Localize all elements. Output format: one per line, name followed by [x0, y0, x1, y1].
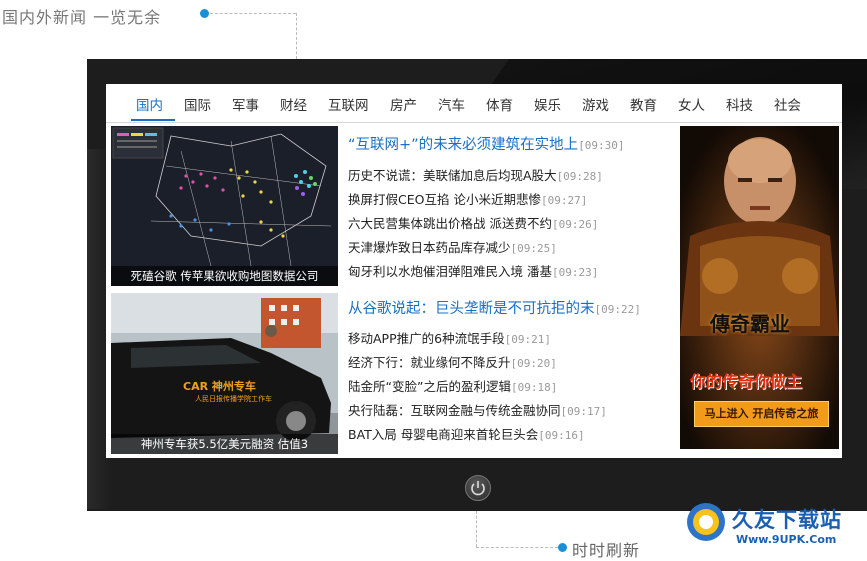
news-link[interactable]: 历史不说谎：美联储加息后均现A股大 — [348, 168, 557, 183]
feature-caption-top: 国内外新闻 一览无余 — [2, 8, 162, 27]
active-tab-indicator — [131, 119, 175, 121]
connector-line — [476, 511, 477, 547]
news-time: [09:18] — [510, 381, 558, 394]
tab-education[interactable]: 教育 — [630, 94, 657, 114]
news-link[interactable]: 央行陆磊：互联网金融与传统金融协同 — [348, 403, 561, 418]
headline-text[interactable]: “互联网+”的未来必须建筑在实地上 — [348, 137, 578, 153]
category-nav: 国内 国际 军事 财经 互联网 房产 汽车 体育 娱乐 游戏 教育 女人 科技 … — [106, 84, 842, 123]
news-item[interactable]: 移动APP推广的6种流氓手段[09:21] — [348, 328, 551, 347]
connector-line — [296, 13, 297, 59]
feature-caption-bottom: 时时刷新 — [572, 541, 641, 560]
news-time: [09:27] — [540, 194, 588, 207]
ad-cta-button[interactable]: 马上进入 开启传奇之旅 — [694, 401, 829, 427]
news-item[interactable]: 天津爆炸致日本药品库存减少[09:25] — [348, 237, 557, 256]
news-link[interactable]: 移动APP推广的6种流氓手段 — [348, 331, 505, 346]
news-time: [09:22] — [594, 303, 641, 316]
tab-internet[interactable]: 互联网 — [328, 94, 369, 114]
car-sign: CAR 神州专车 — [183, 378, 256, 394]
news-link[interactable]: 换屏打假CEO互掐 论小米近期悲惨 — [348, 192, 541, 207]
news-time: [09:28] — [556, 170, 603, 183]
tab-entertainment[interactable]: 娱乐 — [534, 94, 561, 114]
car-image — [111, 293, 338, 454]
news-link[interactable]: 陆金所“变脸”之后的盈利逻辑 — [348, 379, 511, 394]
tab-military[interactable]: 军事 — [232, 94, 259, 114]
tab-international[interactable]: 国际 — [184, 94, 211, 114]
news-item[interactable]: BAT入局 母婴电商迎来首轮巨头会[09:16] — [348, 424, 585, 443]
tab-domestic[interactable]: 国内 — [136, 94, 163, 114]
news-link[interactable]: 天津爆炸致日本药品库存减少 — [348, 240, 511, 255]
tab-games[interactable]: 游戏 — [582, 94, 609, 114]
news-time: [09:26] — [551, 218, 599, 231]
tab-women[interactable]: 女人 — [678, 94, 705, 114]
news-item[interactable]: 陆金所“变脸”之后的盈利逻辑[09:18] — [348, 376, 557, 395]
headline-link[interactable]: “互联网+”的未来必须建筑在实地上[09:30] — [348, 133, 625, 154]
news-time: [09:30] — [578, 139, 625, 152]
caption-marker-dot — [558, 543, 567, 552]
tab-tech[interactable]: 科技 — [726, 94, 753, 114]
car-sign-text: 神州专车 — [211, 380, 256, 393]
news-thumbnail-map[interactable]: 死磕谷歌 传苹果欲收购地图数据公司 — [111, 126, 338, 286]
news-item[interactable]: 匈牙利以水炮催泪弹阻难民入境 潘基[09:23] — [348, 261, 598, 280]
ad-slogan: 你的传奇你做主 — [690, 372, 803, 391]
headline-text[interactable]: 从谷歌说起：巨头垄断是不可抗拒的末 — [348, 301, 595, 317]
news-time: [09:16] — [538, 429, 585, 442]
news-time: [09:23] — [551, 266, 599, 279]
news-item[interactable]: 央行陆磊：互联网金融与传统金融协同[09:17] — [348, 400, 607, 419]
news-time: [09:17] — [560, 405, 607, 418]
news-item[interactable]: 经济下行：就业缘何不降反升[09:20] — [348, 352, 557, 371]
news-screen: 国内 国际 军事 财经 互联网 房产 汽车 体育 娱乐 游戏 教育 女人 科技 … — [106, 84, 842, 458]
ad-game-title: 傳奇霸业 — [710, 312, 790, 336]
car-subtext: 人民日报传播学院工作车 — [195, 395, 272, 403]
car-brand: CAR — [183, 380, 209, 393]
tab-realestate[interactable]: 房产 — [390, 94, 417, 114]
news-link[interactable]: 匈牙利以水炮催泪弹阻难民入境 潘基 — [348, 264, 552, 279]
news-item[interactable]: 换屏打假CEO互掐 论小米近期悲惨[09:27] — [348, 189, 587, 208]
news-item[interactable]: 历史不说谎：美联储加息后均现A股大[09:28] — [348, 165, 603, 184]
site-logo-url: Www.9UPK.Com — [736, 533, 837, 546]
connector-line — [210, 13, 296, 14]
thumbnail-caption[interactable]: 神州专车获5.5亿美元融资 估值3 — [111, 434, 338, 454]
power-button[interactable] — [465, 475, 491, 501]
tab-finance[interactable]: 财经 — [280, 94, 307, 114]
news-thumbnail-car[interactable]: CAR 神州专车 人民日报传播学院工作车 神州专车获5.5亿美元融资 估值3 — [111, 293, 338, 454]
news-link[interactable]: 六大民营集体跳出价格战 派送费不约 — [348, 216, 552, 231]
news-time: [09:20] — [510, 357, 557, 370]
tab-society[interactable]: 社会 — [774, 94, 801, 114]
map-image — [111, 126, 338, 286]
connector-line — [476, 547, 558, 548]
news-link[interactable]: 经济下行：就业缘何不降反升 — [348, 355, 511, 370]
news-item[interactable]: 六大民营集体跳出价格战 派送费不约[09:26] — [348, 213, 598, 232]
site-logo-text: 久友下载站 — [732, 508, 842, 532]
game-ad-banner[interactable]: 傳奇霸业 你的传奇你做主 马上进入 开启传奇之旅 — [680, 126, 839, 449]
tab-sports[interactable]: 体育 — [486, 94, 513, 114]
thumbnail-caption[interactable]: 死磕谷歌 传苹果欲收购地图数据公司 — [111, 266, 338, 286]
headline-link[interactable]: 从谷歌说起：巨头垄断是不可抗拒的末[09:22] — [348, 297, 641, 318]
news-link[interactable]: BAT入局 母婴电商迎来首轮巨头会 — [348, 427, 538, 442]
news-time: [09:25] — [510, 242, 557, 255]
site-logo-icon — [687, 503, 725, 541]
caption-marker-dot — [200, 9, 209, 18]
power-icon — [471, 481, 485, 496]
news-time: [09:21] — [504, 333, 551, 346]
tab-auto[interactable]: 汽车 — [438, 94, 465, 114]
